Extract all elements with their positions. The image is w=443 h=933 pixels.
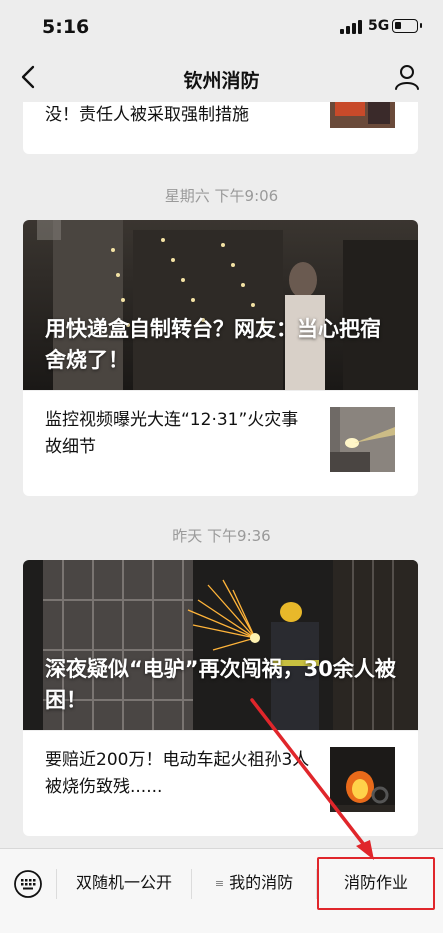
hero-article[interactable]: 深夜疑似“电驴”再次闯祸，30余人被困！	[23, 560, 418, 730]
status-time: 5:16	[42, 16, 90, 38]
hero-article[interactable]: 用快递盒自制转台？网友：当心把宿舍烧了！	[23, 220, 418, 390]
article-item[interactable]: 要赔近200万！电动车起火祖孙3人被烧伤致残......	[23, 730, 418, 836]
profile-button[interactable]	[392, 62, 422, 92]
article-title: 要赔近200万！电动车起火祖孙3人被烧伤致残......	[45, 750, 310, 797]
article-item[interactable]: 监控视频曝光大连“12·31”火灾事故细节	[23, 390, 418, 496]
person-icon	[395, 65, 419, 90]
article-thumbnail	[330, 747, 395, 812]
keyboard-toggle-button[interactable]	[13, 869, 43, 899]
hero-title: 用快递盒自制转台？网友：当心把宿舍烧了！	[45, 317, 381, 372]
submenu-icon: ≡	[214, 876, 225, 890]
battery-icon	[392, 19, 422, 33]
page-title: 钦州消防	[183, 70, 260, 92]
signal-icon	[340, 20, 364, 34]
article-card[interactable]: 没！责任人被采取强制措施	[23, 102, 418, 154]
timestamp: 昨天 下午9:36	[172, 527, 271, 545]
keyboard-icon	[14, 870, 42, 898]
status-bar: 5:16 5G	[0, 0, 443, 52]
network-type: 5G	[368, 18, 390, 34]
menu-item-my-fire-service[interactable]: ≡ 我的消防	[192, 863, 316, 903]
menu-item-label: 我的消防	[229, 873, 294, 892]
timestamp: 星期六 下午9:06	[164, 187, 279, 205]
article-thumbnail	[330, 102, 395, 128]
hero-title: 深夜疑似“电驴”再次闯祸，30余人被困！	[45, 657, 396, 712]
message-feed[interactable]: 没！责任人被采取强制措施 星期六 下午9:06 用快递盒自制转台？网友：当心把宿…	[0, 102, 443, 848]
article-thumbnail	[330, 407, 395, 472]
article-card[interactable]: 用快递盒自制转台？网友：当心把宿舍烧了！ 监控视频曝光大连“12·31”火灾事故…	[23, 220, 418, 496]
highlight-box	[317, 857, 435, 910]
nav-bar: 钦州消防	[0, 52, 443, 102]
menu-item-random-inspection[interactable]: 双随机一公开	[57, 863, 191, 903]
article-title: 没！责任人被采取强制措施	[45, 105, 249, 125]
article-card[interactable]: 深夜疑似“电驴”再次闯祸，30余人被困！ 要赔近200万！电动车起火祖孙3人被烧…	[23, 560, 418, 836]
article-title: 监控视频曝光大连“12·31”火灾事故细节	[45, 410, 299, 457]
menu-item-label: 双随机一公开	[75, 873, 172, 892]
